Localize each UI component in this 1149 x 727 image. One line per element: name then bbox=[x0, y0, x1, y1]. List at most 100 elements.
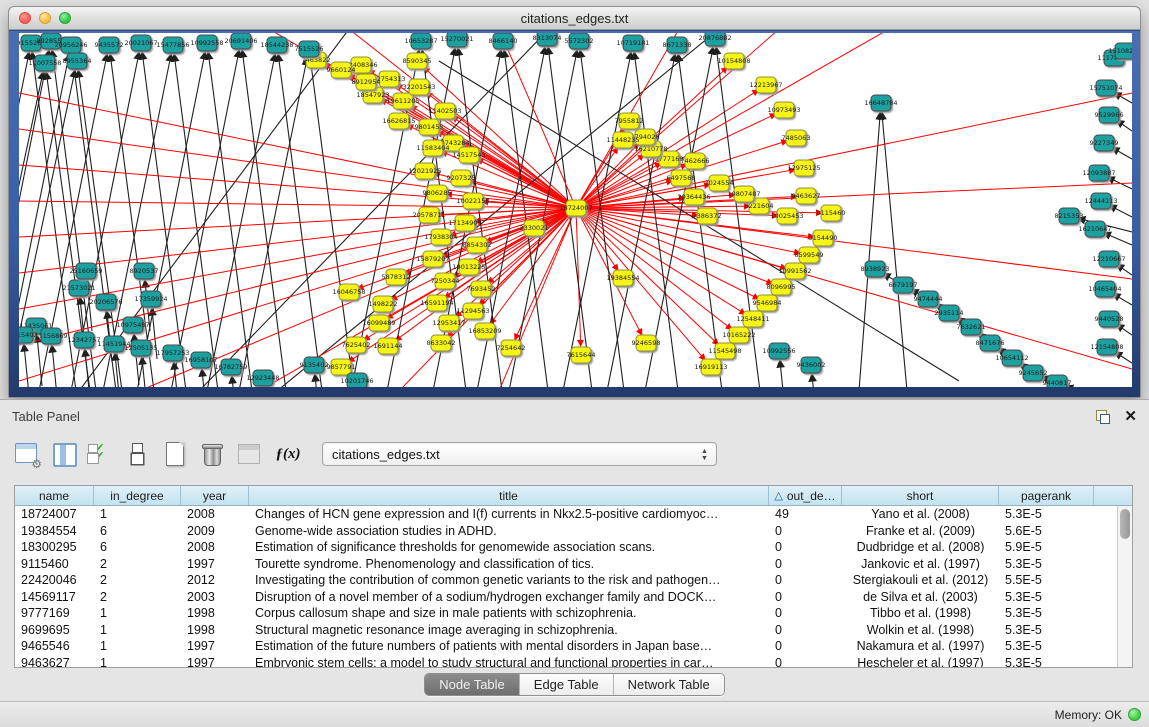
column-header-short[interactable]: short bbox=[842, 486, 999, 505]
cell-out_degree: 0 bbox=[769, 590, 842, 604]
table-scrollbar-thumb[interactable] bbox=[1120, 509, 1130, 539]
cell-short: Hescheler et al. (1997) bbox=[842, 656, 999, 667]
network-node-label: 9806285 bbox=[423, 189, 452, 197]
cell-title: Corpus callosum shape and size in male p… bbox=[249, 606, 769, 620]
minimize-window-button[interactable] bbox=[39, 12, 51, 24]
network-node-label: 18544238 bbox=[260, 41, 293, 49]
network-node-label: 16591194 bbox=[420, 299, 453, 307]
cell-name: 18300295 bbox=[15, 540, 94, 554]
network-node-label: 15270021 bbox=[440, 35, 473, 43]
network-node-label: 10025453 bbox=[770, 212, 803, 220]
cell-title: Estimation of significance thresholds fo… bbox=[249, 540, 769, 554]
cell-pagerank: 5.3E-5 bbox=[999, 639, 1094, 653]
cell-short: de Silva et al. (2003) bbox=[842, 590, 999, 604]
tab-edge-table[interactable]: Edge Table bbox=[520, 674, 614, 695]
close-panel-icon[interactable]: ✕ bbox=[1124, 410, 1137, 424]
function-builder-icon[interactable]: ƒ(x) bbox=[273, 441, 303, 467]
network-node-label: 7955812 bbox=[615, 117, 644, 125]
network-node-label: 9529966 bbox=[1095, 111, 1124, 119]
column-header-pagerank[interactable]: pagerank bbox=[999, 486, 1094, 505]
network-node-label: 20021067 bbox=[124, 39, 157, 47]
table-scrollbar[interactable] bbox=[1117, 506, 1132, 667]
table-row[interactable]: 911546021997Tourette syndrome. Phenomeno… bbox=[15, 556, 1117, 573]
sort-ascending-icon: △ bbox=[774, 489, 782, 502]
network-node-label: 8215353 bbox=[1055, 212, 1084, 220]
table-settings-icon[interactable] bbox=[14, 441, 40, 467]
table-row[interactable]: 946362711997Embryonic stem cells: a mode… bbox=[15, 655, 1117, 668]
import-table-icon[interactable] bbox=[236, 441, 262, 467]
tab-node-table[interactable]: Node Table bbox=[425, 674, 520, 695]
network-node-label: 15879207 bbox=[416, 255, 449, 263]
cell-short: Jankovic et al. (1997) bbox=[842, 557, 999, 571]
cell-year: 2009 bbox=[181, 524, 249, 538]
network-node-label: 8096995 bbox=[767, 283, 796, 291]
table-row[interactable]: 1830029562008Estimation of significance … bbox=[15, 539, 1117, 556]
float-panel-icon[interactable] bbox=[1096, 410, 1110, 424]
window-titlebar[interactable]: citations_edges.txt bbox=[9, 7, 1140, 30]
table-tabs: Node TableEdge TableNetwork Table bbox=[0, 673, 1149, 696]
network-node-label: 10991562 bbox=[778, 267, 811, 275]
network-node-label: 10654112 bbox=[995, 354, 1028, 362]
network-node-label: 8466140 bbox=[489, 37, 518, 45]
network-node-label: 7485063 bbox=[782, 134, 811, 142]
citation-network-graph[interactable]: 1872400723300212240834612754313185479231… bbox=[19, 33, 1132, 387]
network-node-label: 12505135 bbox=[124, 344, 157, 352]
tab-network-table[interactable]: Network Table bbox=[614, 674, 724, 695]
table-row[interactable]: 977716911998Corpus callosum shape and si… bbox=[15, 605, 1117, 622]
row-height-icon[interactable] bbox=[125, 441, 151, 467]
network-node-label: 1691144 bbox=[374, 342, 403, 350]
column-header-out_degree[interactable]: △out_de… bbox=[769, 486, 842, 505]
dropdown-stepper-icon: ▲▼ bbox=[698, 446, 711, 463]
cell-pagerank: 5.3E-5 bbox=[999, 507, 1094, 521]
column-checklist-icon[interactable] bbox=[88, 441, 114, 467]
table-row[interactable]: 969969511998Structural magnetic resonanc… bbox=[15, 622, 1117, 639]
delete-table-icon[interactable] bbox=[199, 441, 225, 467]
network-edge bbox=[1115, 352, 1132, 363]
cell-name: 9465546 bbox=[15, 639, 94, 653]
table-row[interactable]: 946554611997Estimation of the future num… bbox=[15, 638, 1117, 655]
cell-pagerank: 5.6E-5 bbox=[999, 524, 1094, 538]
new-table-icon[interactable] bbox=[162, 441, 188, 467]
zoom-window-button[interactable] bbox=[59, 12, 71, 24]
network-node-label: 12093887 bbox=[1082, 169, 1115, 177]
table-source-dropdown[interactable]: citations_edges.txt ▲▼ bbox=[322, 442, 717, 466]
network-node-label: 8313074 bbox=[533, 34, 562, 42]
network-edge bbox=[1109, 205, 1132, 217]
network-node-label: 6221604 bbox=[745, 202, 774, 210]
cell-year: 2012 bbox=[181, 573, 249, 587]
network-node-label: 1498222 bbox=[369, 300, 398, 308]
network-node-label: 15751074 bbox=[1089, 84, 1122, 92]
network-edge bbox=[207, 54, 275, 387]
network-node-label: 20364436 bbox=[677, 193, 710, 201]
network-node-label: 12444113 bbox=[1084, 197, 1117, 205]
column-header-name[interactable]: name bbox=[15, 486, 94, 505]
show-columns-icon[interactable] bbox=[51, 441, 77, 467]
cell-out_degree: 49 bbox=[769, 507, 842, 521]
cell-name: 18724007 bbox=[15, 507, 94, 521]
window-title: citations_edges.txt bbox=[521, 11, 629, 26]
table-row[interactable]: 1938455462009Genome-wide association stu… bbox=[15, 523, 1117, 540]
table-row[interactable]: 1456911722003Disruption of a novel membe… bbox=[15, 589, 1117, 606]
network-node-label: 10719181 bbox=[616, 39, 649, 47]
column-header-year[interactable]: year bbox=[181, 486, 249, 505]
close-window-button[interactable] bbox=[19, 12, 31, 24]
network-canvas[interactable]: 1872400723300212240834612754313185479231… bbox=[19, 33, 1132, 387]
table-row[interactable]: 2242004622012Investigating the contribut… bbox=[15, 572, 1117, 589]
cell-out_degree: 0 bbox=[769, 623, 842, 637]
column-header-title[interactable]: title bbox=[249, 486, 769, 505]
network-node-label: 8938923 bbox=[861, 265, 890, 273]
table-row[interactable]: 1872400712008Changes of HCN gene express… bbox=[15, 506, 1117, 523]
table-panel-header: Table Panel ✕ bbox=[0, 400, 1149, 433]
network-node-label: 7625402 bbox=[342, 341, 371, 349]
network-node-label: 9115460 bbox=[817, 209, 846, 217]
network-frame: 1872400723300212240834612754313185479231… bbox=[9, 31, 1140, 397]
network-node-label: 10154808 bbox=[717, 57, 750, 65]
cell-out_degree: 0 bbox=[769, 540, 842, 554]
network-node-label: 16648784 bbox=[864, 99, 897, 107]
network-node-label: 8633042 bbox=[427, 339, 456, 347]
column-header-in_degree[interactable]: in_degree bbox=[94, 486, 181, 505]
cell-title: Estimation of the future numbers of pati… bbox=[249, 639, 769, 653]
network-node-label: 12021925 bbox=[408, 167, 441, 175]
network-node-label: 11583404 bbox=[416, 144, 449, 152]
network-edge bbox=[174, 54, 218, 387]
